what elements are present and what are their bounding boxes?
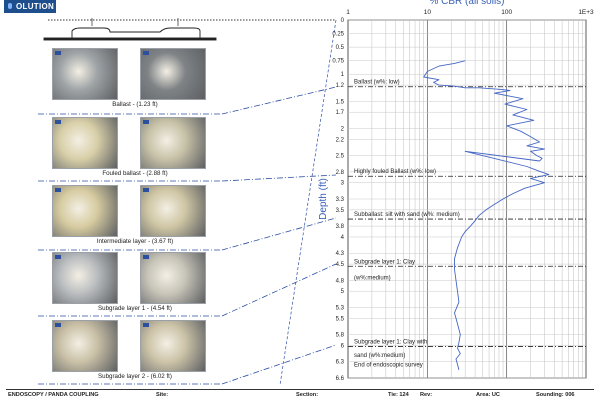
endoscope-photo (140, 252, 206, 304)
camera-badge (143, 51, 149, 55)
x-axis-title: % CBR (all soils) (429, 0, 504, 7)
y-tick-label: 0.25 (332, 32, 344, 38)
y-axis-title: Depth (ft) (318, 178, 329, 220)
y-tick-label: 2.2 (336, 137, 345, 143)
y-tick-label: 2 (341, 126, 345, 132)
track-sketch (43, 18, 336, 41)
photo-row: Intermediate layer - (3.67 ft) (48, 185, 222, 255)
photo-caption: Fouled ballast - (2.88 ft) (102, 170, 168, 177)
photo-caption: Ballast - (1.23 ft) (112, 101, 158, 108)
photo-caption: Intermediate layer - (3.67 ft) (96, 238, 174, 245)
camera-badge (143, 255, 149, 259)
endoscope-photo (52, 252, 118, 304)
camera-badge (55, 188, 61, 192)
y-tick-label: 0 (341, 18, 345, 24)
camera-badge (55, 51, 61, 55)
camera-badge (55, 255, 61, 259)
y-tick-label: 3.3 (336, 197, 345, 203)
y-tick-label: 6.6 (336, 376, 345, 382)
y-tick-label: 3.5 (336, 208, 345, 214)
photo-row: Fouled ballast - (2.88 ft) (48, 117, 222, 187)
y-tick-label: 5.8 (336, 333, 345, 339)
y-tick-label: 1.5 (336, 99, 345, 105)
cbr-chart: 0 0.25 0.5 0.75 1 1.2 1.5 1.7 2 2.2 2.5 2.8 3 3.3 3.5 3… (318, 0, 594, 382)
footer-sounding: Sounding: 006 (536, 392, 575, 398)
camera-badge (143, 323, 149, 327)
footer-area: Area: UC (476, 392, 500, 398)
footer-section: Section: (296, 392, 319, 398)
camera-badge (55, 323, 61, 327)
endoscope-photo (52, 48, 118, 100)
y-tick-label: 6 (341, 343, 345, 349)
layer-label: sand (w%:medium) (354, 353, 405, 359)
y-tick-label: 6.3 (336, 360, 345, 366)
x-tick-label: 1 (346, 9, 350, 16)
endoscope-photo (52, 320, 118, 372)
y-tick-label: 5.5 (336, 316, 345, 322)
layer-label: Ballast (w%: low) (354, 80, 400, 86)
footer-tie: Tie: 124 (388, 392, 409, 398)
photo-row: Subgrade layer 2 - (6.02 ft) (48, 320, 222, 390)
footer-site: Site: (156, 392, 169, 398)
camera-badge (143, 188, 149, 192)
y-tick-label: 4.8 (336, 278, 345, 284)
endoscope-photo (140, 48, 206, 100)
y-tick-label: 1.7 (336, 110, 345, 116)
photo-caption: Subgrade layer 1 - (4.54 ft) (98, 305, 172, 312)
camera-badge (55, 120, 61, 124)
y-tick-label: 2.5 (336, 154, 345, 160)
y-tick-label: 4 (341, 235, 345, 241)
y-tick-label: 3.8 (336, 224, 345, 230)
footer-rev: Rev: (420, 392, 433, 398)
y-tick-label: 3 (341, 181, 345, 187)
layer-label: (w%:medium) (354, 276, 391, 282)
y-tick-label: 5.3 (336, 305, 345, 311)
layer-label: Subgrade layer 1: Clay with (354, 340, 427, 346)
footer-title: ENDOSCOPY / PANDA COUPLING (8, 392, 99, 398)
x-tick-label: 100 (501, 9, 512, 16)
photo-row: Subgrade layer 1 - (4.54 ft) (48, 252, 222, 322)
y-tick-label: 1.2 (336, 83, 345, 89)
x-tick-label: 10 (424, 9, 432, 16)
endoscope-photo (140, 117, 206, 169)
y-tick-label: 0.5 (336, 45, 345, 51)
layer-label: Subgrade layer 1: Clay (354, 259, 415, 265)
endoscope-photo (52, 185, 118, 237)
endoscope-photo (52, 117, 118, 169)
y-tick-label: 2.8 (336, 170, 345, 176)
y-tick-label: 1 (341, 72, 345, 78)
layer-label: End of endoscopic survey (354, 362, 423, 368)
endoscope-photo (140, 185, 206, 237)
photo-caption: Subgrade layer 2 - (6.02 ft) (98, 373, 172, 380)
y-tick-label: 4.5 (336, 262, 345, 268)
layer-label: Highly fouled Ballast (w%: low) (354, 169, 436, 175)
camera-badge (143, 120, 149, 124)
y-tick-label: 4.3 (336, 251, 345, 257)
y-tick-label: 0.75 (332, 59, 344, 65)
footer-bar: ENDOSCOPY / PANDA COUPLING Site: Section… (6, 389, 594, 401)
x-tick-label: 1E+3 (578, 9, 594, 16)
endoscope-photo (140, 320, 206, 372)
y-tick-label: 5 (341, 289, 345, 295)
photo-row: Ballast - (1.23 ft) (48, 48, 222, 118)
layer-label: Subballast: silt with sand (w%: medium) (354, 212, 460, 218)
